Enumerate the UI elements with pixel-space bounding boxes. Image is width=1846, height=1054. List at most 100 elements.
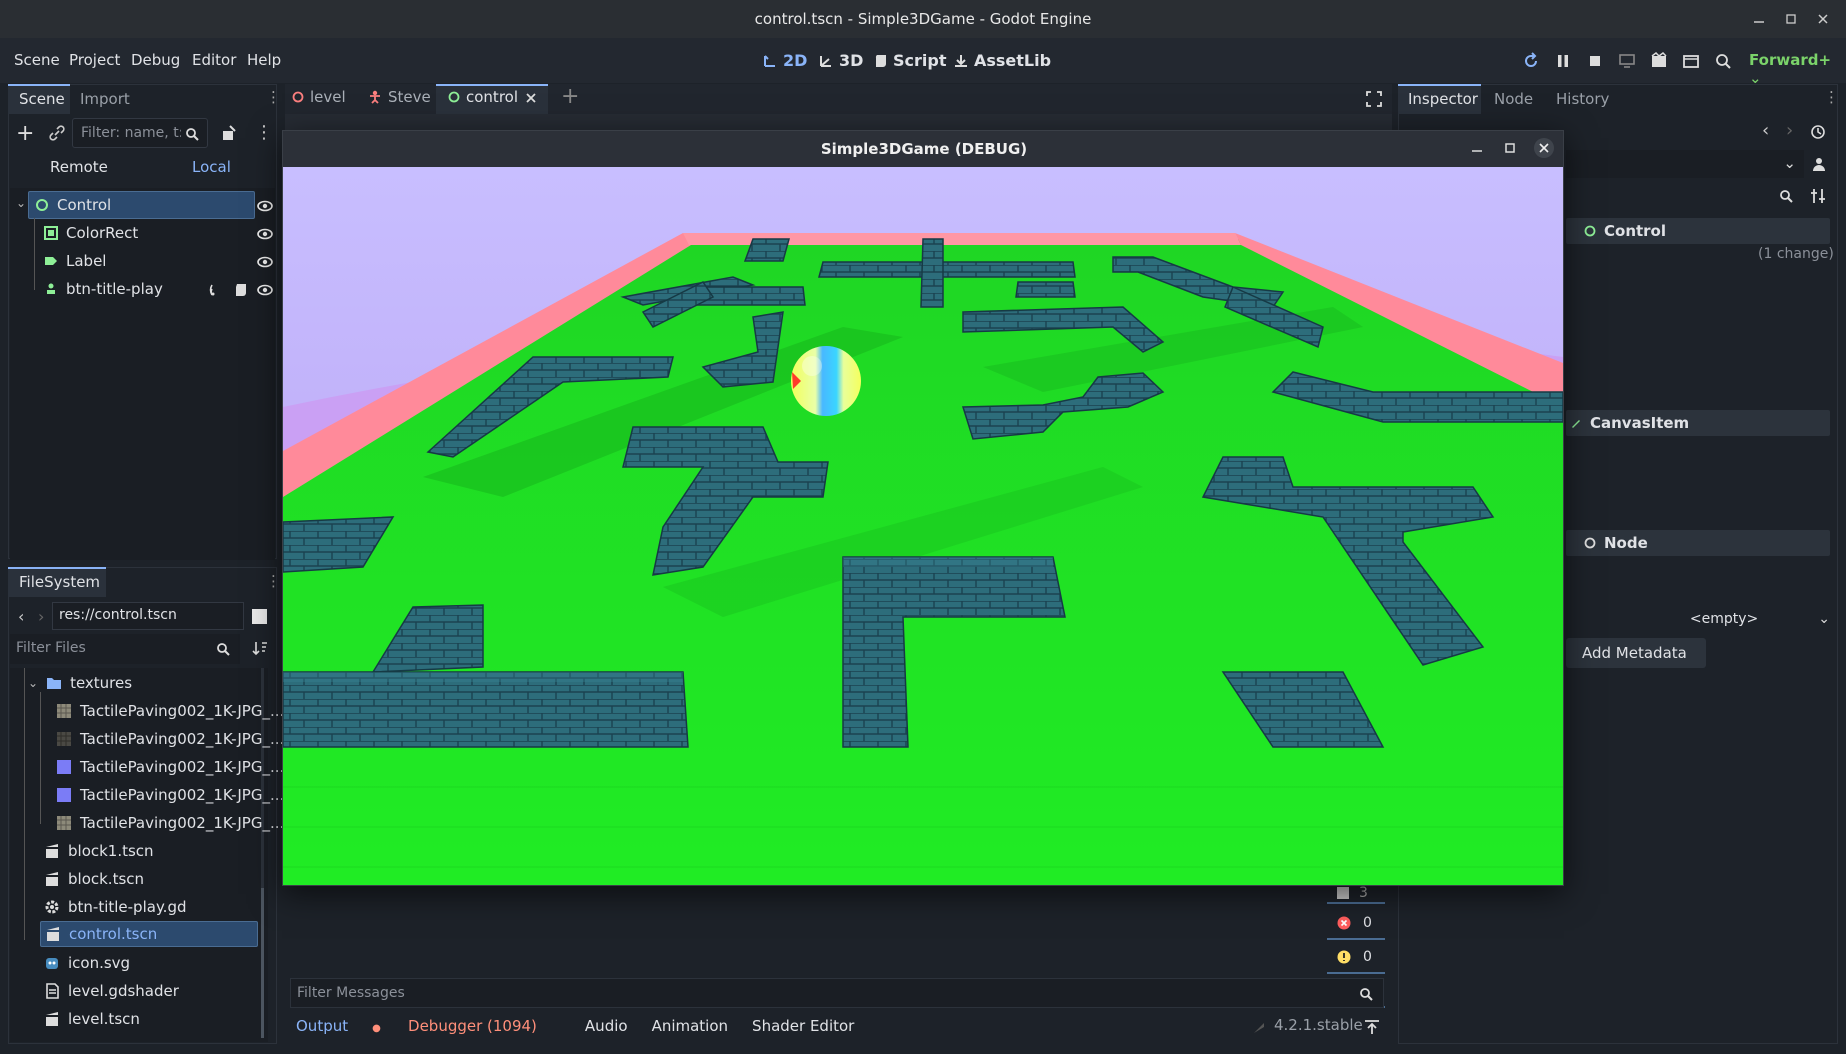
fs-file-level-gdshader[interactable]: level.gdshader — [44, 977, 179, 1005]
fs-file-texture[interactable]: TactilePaving002_1K-JPG_... — [56, 697, 284, 725]
dock-menu-icon[interactable]: ⋮ — [1824, 88, 1839, 106]
path-field[interactable]: res://control.tscn — [52, 602, 244, 630]
scene-filter-input[interactable]: Filter: name, t:t — [72, 118, 208, 148]
tab-history[interactable]: History — [1556, 90, 1609, 108]
fs-folder-textures[interactable]: ⌄ textures — [28, 669, 132, 697]
renderer-selector[interactable]: Forward+ ⌄ — [1749, 51, 1846, 87]
filter-messages-input[interactable]: Filter Messages — [290, 978, 1384, 1008]
workspace-assetlib-button[interactable]: AssetLib — [953, 51, 1051, 70]
close-tab-icon[interactable] — [525, 92, 537, 104]
history-back-icon[interactable]: ‹ — [1762, 120, 1769, 141]
visibility-eye-icon[interactable] — [257, 282, 273, 298]
control-icon — [36, 199, 48, 211]
tree-node-label[interactable]: Label — [44, 247, 106, 275]
movie-maker-icon[interactable] — [1714, 52, 1732, 70]
visibility-eye-icon[interactable] — [257, 226, 273, 242]
fs-file-control-tscn[interactable]: control.tscn — [40, 921, 258, 947]
metadata-dropdown[interactable]: <empty> ⌄ — [1566, 606, 1830, 632]
add-metadata-button[interactable]: Add Metadata — [1566, 638, 1706, 668]
version-label[interactable]: 4.2.1.stable — [1274, 1016, 1363, 1034]
tree-node-btn-title-play[interactable]: btn-title-play — [44, 275, 163, 303]
workspace-2d-button[interactable]: 2D — [762, 51, 807, 70]
run-scene-icon[interactable] — [1650, 52, 1668, 70]
tab-audio[interactable]: Audio — [585, 1017, 628, 1035]
fs-file-texture[interactable]: TactilePaving002_1K-JPG_... — [56, 809, 284, 837]
tab-node[interactable]: Node — [1494, 90, 1533, 108]
minimize-icon[interactable] — [1750, 10, 1768, 28]
instance-scene-icon[interactable] — [220, 124, 238, 142]
tab-import[interactable]: Import — [80, 90, 130, 108]
tree-node-colorrect[interactable]: ColorRect — [44, 219, 138, 247]
tab-level[interactable]: level — [292, 88, 346, 106]
remote-debug-icon[interactable] — [1618, 52, 1636, 70]
tab-shader-editor[interactable]: Shader Editor — [752, 1017, 854, 1035]
minimize-icon[interactable] — [1469, 140, 1485, 156]
visibility-eye-icon[interactable] — [257, 254, 273, 270]
tools-icon[interactable] — [1810, 188, 1826, 204]
object-history-icon[interactable] — [1810, 124, 1826, 140]
close-window-icon[interactable] — [1814, 10, 1832, 28]
counter-total[interactable]: 3 — [1327, 884, 1385, 904]
menu-help[interactable]: Help — [247, 51, 281, 69]
nav-back-icon[interactable]: ‹ — [18, 607, 24, 626]
restore-icon[interactable] — [1782, 10, 1800, 28]
tab-animation[interactable]: Animation — [652, 1017, 728, 1035]
new-tab-icon[interactable]: + — [561, 84, 579, 109]
counter-warnings[interactable]: 0 — [1327, 942, 1385, 974]
tab-debugger[interactable]: ● Debugger (1094) — [372, 1017, 561, 1035]
nav-forward-icon[interactable]: › — [38, 607, 44, 626]
sort-icon[interactable] — [252, 640, 268, 656]
file-filter-input[interactable]: Filter Files — [10, 634, 240, 664]
menu-project[interactable]: Project — [69, 51, 120, 69]
workspace-3d-button[interactable]: 3D — [818, 51, 863, 70]
tab-steve[interactable]: Steve — [368, 88, 431, 106]
fs-file-texture[interactable]: TactilePaving002_1K-JPG_... — [56, 725, 284, 753]
scrollbar-thumb[interactable] — [261, 888, 264, 1038]
pause-icon[interactable] — [1554, 52, 1572, 70]
scene-file-icon — [46, 1012, 58, 1026]
scene-options-icon[interactable]: ⋮ — [255, 122, 273, 143]
link-icon[interactable] — [48, 124, 66, 142]
section-canvasitem[interactable]: CanvasItem — [1566, 410, 1830, 436]
stop-icon[interactable] — [1586, 52, 1604, 70]
update-spinner-icon — [1254, 1023, 1264, 1033]
fs-file-block[interactable]: block.tscn — [44, 865, 144, 893]
open-docs-icon[interactable] — [1810, 155, 1828, 173]
menu-scene[interactable]: Scene — [14, 51, 60, 69]
split-mode-icon[interactable] — [252, 609, 267, 624]
object-selector[interactable]: ⌄ — [1566, 150, 1804, 178]
history-forward-icon[interactable]: › — [1786, 120, 1793, 141]
expand-bottom-panel-icon[interactable] — [1364, 1019, 1380, 1035]
fs-file-level-tscn[interactable]: level.tscn — [44, 1005, 140, 1033]
close-game-button[interactable] — [1534, 138, 1554, 158]
fs-file-icon-svg[interactable]: icon.svg — [44, 949, 130, 977]
visibility-eye-icon[interactable] — [257, 198, 273, 214]
script-attached-icon[interactable] — [233, 282, 249, 298]
maximize-icon[interactable] — [1502, 140, 1518, 156]
fs-file-texture[interactable]: TactilePaving002_1K-JPG_... — [56, 781, 284, 809]
game-viewport-3d[interactable] — [283, 167, 1563, 885]
remote-button[interactable]: Remote — [50, 158, 108, 176]
fs-file-btn-title-play-gd[interactable]: btn-title-play.gd — [44, 893, 187, 921]
menu-debug[interactable]: Debug — [131, 51, 180, 69]
dock-menu-icon[interactable]: ⋮ — [266, 572, 281, 590]
local-button[interactable]: Local — [192, 158, 231, 176]
run-custom-scene-icon[interactable] — [1682, 52, 1700, 70]
tab-output[interactable]: Output — [296, 1017, 348, 1035]
game-window[interactable]: Simple3DGame (DEBUG) — [282, 130, 1564, 886]
add-node-icon[interactable]: + — [16, 121, 34, 146]
workspace-script-button[interactable]: Script — [874, 51, 946, 70]
section-node[interactable]: Node — [1566, 530, 1830, 556]
menu-editor[interactable]: Editor — [192, 51, 236, 69]
reload-icon[interactable] — [1522, 52, 1540, 70]
dock-menu-icon[interactable]: ⋮ — [266, 88, 281, 106]
distraction-free-icon[interactable] — [1366, 91, 1382, 107]
game-titlebar[interactable]: Simple3DGame (DEBUG) — [283, 131, 1565, 167]
tree-node-control[interactable]: Control — [28, 191, 255, 219]
counter-errors[interactable]: 0 — [1327, 908, 1385, 940]
fs-file-block1[interactable]: block1.tscn — [44, 837, 154, 865]
fs-file-texture[interactable]: TactilePaving002_1K-JPG_... — [56, 753, 284, 781]
inspector-node-header[interactable]: Control — [1566, 218, 1830, 244]
signal-icon[interactable] — [209, 282, 225, 298]
collapse-arrow-icon[interactable]: ⌄ — [16, 196, 26, 210]
